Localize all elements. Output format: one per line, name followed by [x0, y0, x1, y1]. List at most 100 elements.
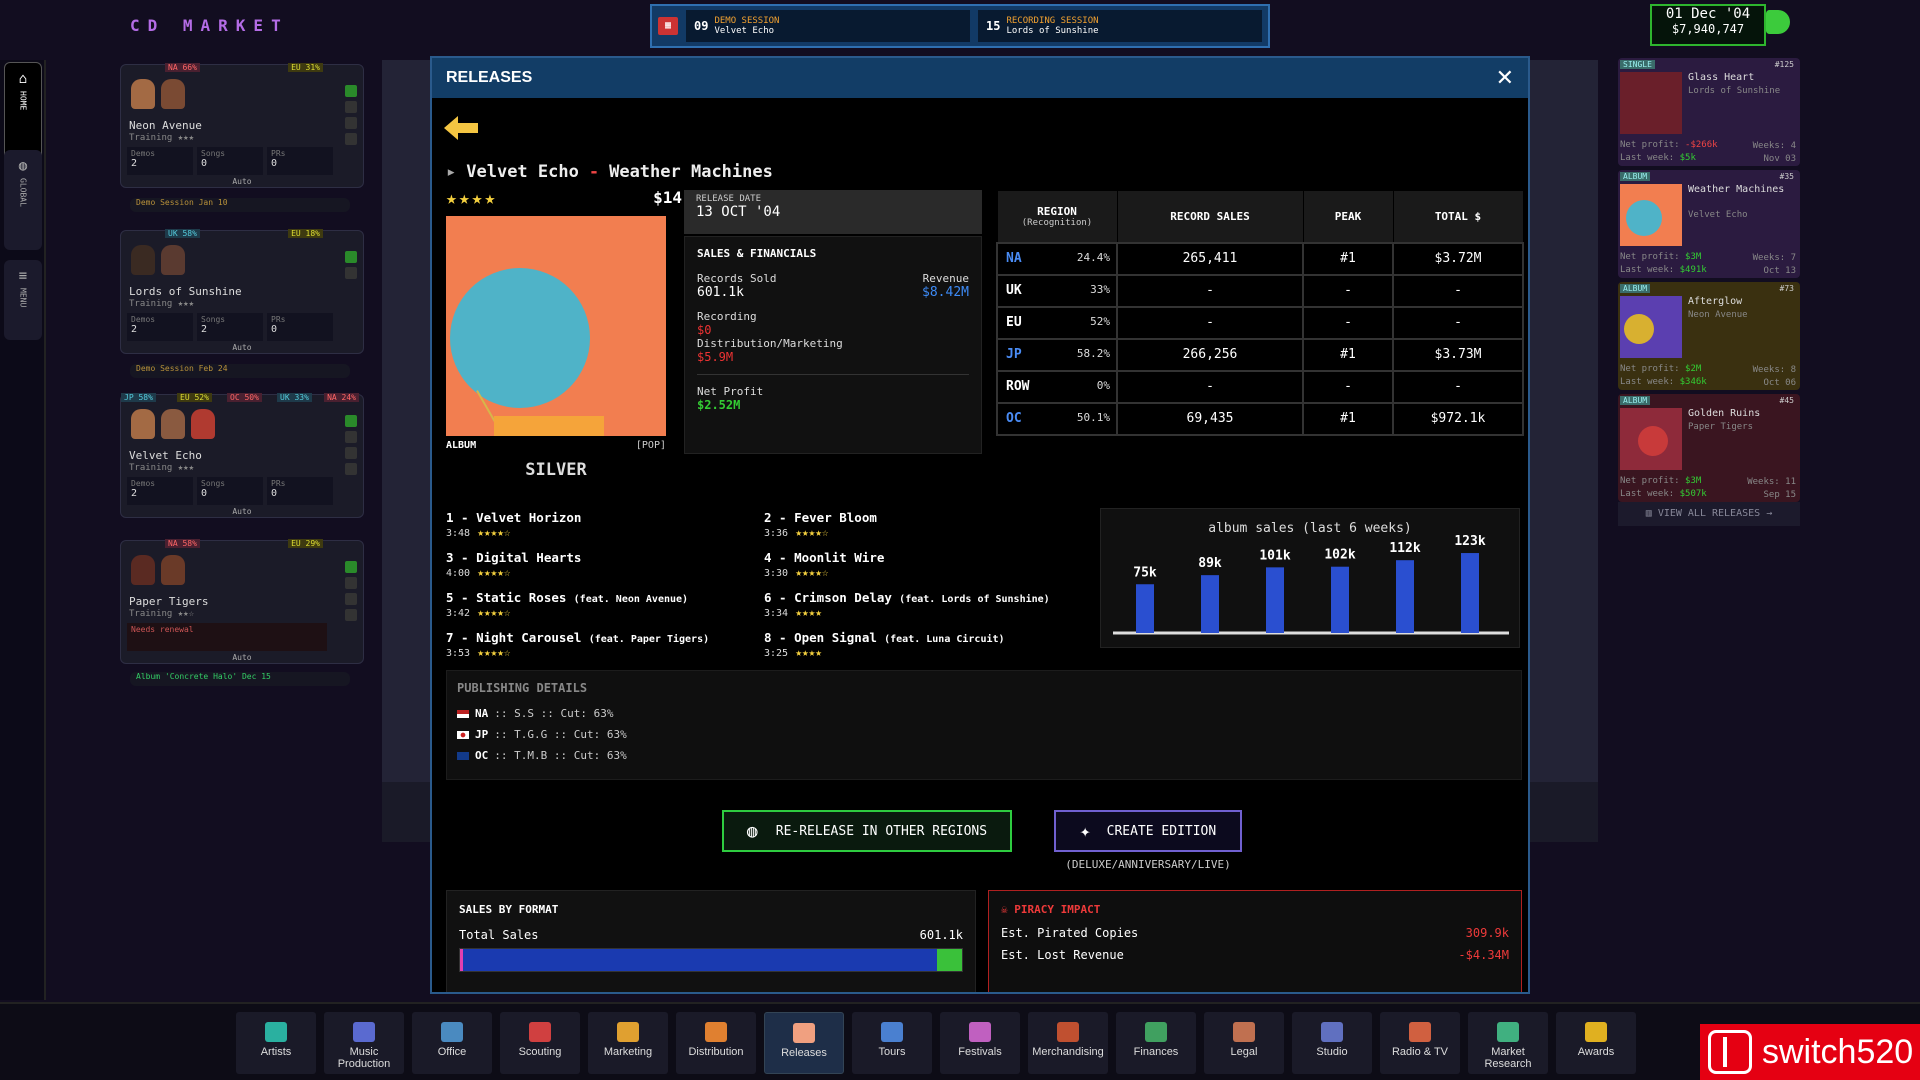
track-item: 8 - Open Signal (feat. Luna Circuit) 3:25… — [764, 630, 1084, 659]
dock-artists[interactable]: Artists — [236, 1012, 316, 1074]
market-research-icon — [1497, 1022, 1519, 1042]
sales-cell: 266,256 — [1116, 337, 1304, 372]
prs-stat: PRs 0 — [267, 147, 333, 175]
recording-cost: $0 — [697, 323, 712, 337]
dock-studio[interactable]: Studio — [1292, 1012, 1372, 1074]
track-rating: ★★★★ — [795, 646, 822, 659]
chart-bar — [1266, 567, 1284, 633]
marketing-icon — [617, 1022, 639, 1042]
session-item[interactable]: 15 RECORDING SESSION Lords of Sunshine — [978, 10, 1262, 42]
dock-office[interactable]: Office — [412, 1012, 492, 1074]
chart-data-label: 101k — [1259, 548, 1290, 563]
nav-home[interactable]: ⌂ HOME — [4, 62, 42, 162]
songs-stat: Songs 0 — [197, 147, 263, 175]
track-duration: 3:42 — [446, 608, 471, 619]
dock-marketing[interactable]: Marketing — [588, 1012, 668, 1074]
demos-stat: Demos 2 — [127, 147, 193, 175]
view-all-releases-button[interactable]: ▥ VIEW ALL RELEASES → — [1618, 502, 1800, 526]
tag-icon[interactable] — [345, 593, 357, 605]
artist-training: Training ★★☆ — [129, 609, 195, 619]
demos-stat: Demos 2 — [127, 313, 193, 341]
cash-icon[interactable] — [1766, 10, 1790, 34]
office-icon — [441, 1022, 463, 1042]
records-sold-label: Records Sold — [697, 272, 777, 285]
home-icon: ⌂ — [18, 71, 28, 87]
dock-awards[interactable]: Awards — [1556, 1012, 1636, 1074]
artist-card[interactable]: JP 58% EU 52% OC 50% UK 33% NA 24% Velve… — [120, 393, 364, 518]
artist-avatar — [131, 245, 155, 275]
back-arrow-icon[interactable] — [444, 114, 480, 142]
tag-icon[interactable] — [345, 117, 357, 129]
close-icon[interactable]: ✕ — [1496, 66, 1514, 91]
dock-merchandising[interactable]: Merchandising — [1028, 1012, 1108, 1074]
tours-icon — [881, 1022, 903, 1042]
track-feat: (feat. Lords of Sunshine) — [899, 594, 1050, 605]
release-last-week: Last week: $5k — [1620, 153, 1696, 163]
trash-icon[interactable] — [345, 133, 357, 145]
contract-icon[interactable] — [345, 577, 357, 589]
nav-global[interactable]: ◍ GLOBAL — [4, 150, 42, 250]
session-artist: Lords of Sunshine — [1006, 26, 1099, 36]
artist-name: Lords of Sunshine — [129, 285, 242, 298]
release-card[interactable]: ALBUM #45 Golden Ruins Paper Tigers Net … — [1618, 394, 1800, 502]
format-heading: SALES BY FORMAT — [459, 903, 559, 916]
publishing-heading: PUBLISHING DETAILS — [457, 681, 588, 695]
artist-card[interactable]: UK 58% EU 18% Lords of Sunshine Training … — [120, 229, 364, 354]
dock-market-research[interactable]: Market Research — [1468, 1012, 1548, 1074]
region-tag: JP 58% — [121, 393, 156, 402]
contract-icon[interactable] — [345, 431, 357, 443]
track-rating: ★★★★☆ — [477, 646, 511, 659]
dock-music-production[interactable]: Music Production — [324, 1012, 404, 1074]
dock-finances[interactable]: Finances — [1116, 1012, 1196, 1074]
contract-icon[interactable] — [345, 101, 357, 113]
track-item: 6 - Crimson Delay (feat. Lords of Sunshi… — [764, 590, 1084, 619]
trash-icon[interactable] — [345, 609, 357, 621]
auto-toggle[interactable]: Auto — [121, 653, 363, 662]
piracy-heading: ☠ PIRACY IMPACT — [1001, 903, 1101, 916]
dock-tours[interactable]: Tours — [852, 1012, 932, 1074]
create-edition-button[interactable]: ✦ CREATE EDITION — [1054, 810, 1242, 852]
release-title: Afterglow — [1688, 296, 1743, 307]
us-flag-icon — [457, 709, 469, 718]
sales-cell: - — [1116, 369, 1304, 404]
release-net-profit: Net profit: $3M — [1620, 252, 1702, 262]
release-card[interactable]: ALBUM #35 Weather Machines Velvet Echo N… — [1618, 170, 1800, 278]
dock-legal[interactable]: Legal — [1204, 1012, 1284, 1074]
auto-toggle[interactable]: Auto — [121, 177, 363, 186]
mood-icon — [345, 415, 357, 427]
auto-toggle[interactable]: Auto — [121, 507, 363, 516]
artist-avatar — [131, 409, 155, 439]
demos-stat: Demos 2 — [127, 477, 193, 505]
region-sales-table: REGION (Recognition) RECORD SALES PEAK TO… — [996, 190, 1524, 436]
album-format-row: ALBUM [POP] — [446, 440, 666, 451]
release-card[interactable]: ALBUM #73 Afterglow Neon Avenue Net prof… — [1618, 282, 1800, 390]
dock-releases[interactable]: Releases — [764, 1012, 844, 1074]
artist-card[interactable]: NA 58% EU 29% Paper Tigers Training ★★☆ N… — [120, 539, 364, 664]
release-artist: Neon Avenue — [1688, 310, 1748, 320]
region-tag: UK 58% — [165, 229, 200, 238]
auto-toggle[interactable]: Auto — [121, 343, 363, 352]
release-card[interactable]: SINGLE #125 Glass Heart Lords of Sunshin… — [1618, 58, 1800, 166]
trash-icon[interactable] — [345, 463, 357, 475]
nav-menu[interactable]: ≡ MENU — [4, 260, 42, 340]
dock-scouting[interactable]: Scouting — [500, 1012, 580, 1074]
release-heading: ▸ Velvet Echo - Weather Machines — [446, 162, 773, 182]
session-day: 15 — [986, 19, 1001, 33]
tag-icon[interactable] — [345, 447, 357, 459]
rerelease-button[interactable]: ◍ RE-RELEASE IN OTHER REGIONS — [722, 810, 1012, 852]
pirated-copies-label: Est. Pirated Copies — [1001, 926, 1139, 940]
dock-distribution[interactable]: Distribution — [676, 1012, 756, 1074]
upcoming-sessions-bar[interactable]: ▦ 09 DEMO SESSION Velvet Echo 15 RECORDI… — [650, 4, 1270, 48]
renewal-warning[interactable]: Needs renewal — [127, 623, 327, 651]
dock-festivals[interactable]: Festivals — [940, 1012, 1020, 1074]
session-item[interactable]: 09 DEMO SESSION Velvet Echo — [686, 10, 970, 42]
dock-radio-tv[interactable]: Radio & TV — [1380, 1012, 1460, 1074]
region-row: NA 24.4% 265,411 #1 $3.72M — [996, 241, 1524, 276]
track-item: 7 - Night Carousel (feat. Paper Tigers) 3… — [446, 630, 766, 659]
artist-card[interactable]: NA 66% EU 31% Neon Avenue Training ★★★ De… — [120, 63, 364, 188]
contract-icon[interactable] — [345, 267, 357, 279]
region-cell: OC 50.1% — [996, 401, 1118, 436]
region-row: OC 50.1% 69,435 #1 $972.1k — [996, 401, 1524, 436]
distribution-icon — [705, 1022, 727, 1042]
total-cell: $972.1k — [1392, 401, 1524, 436]
